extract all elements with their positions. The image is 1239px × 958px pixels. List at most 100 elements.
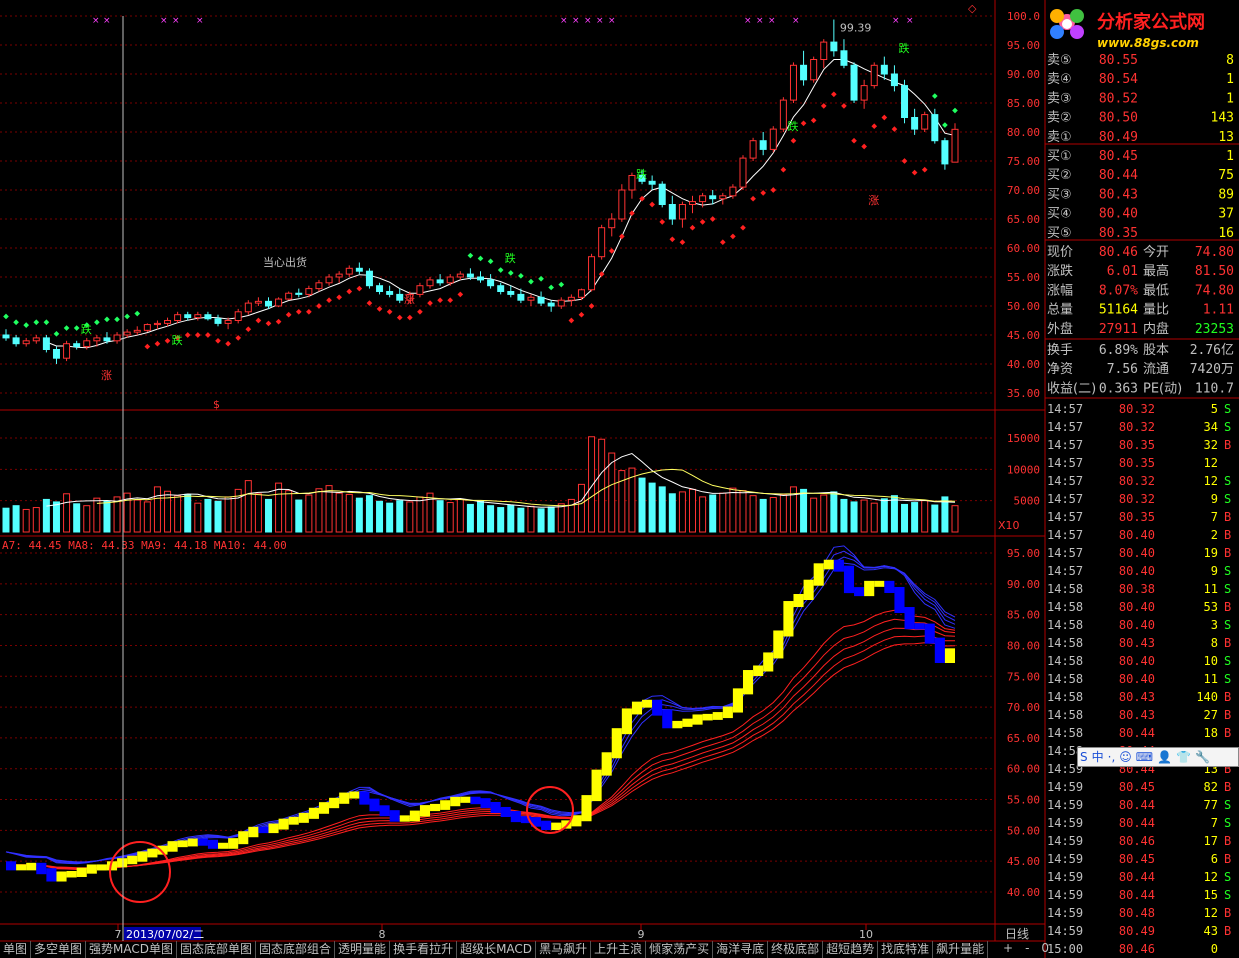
fast-step-blue — [207, 839, 219, 849]
ime-button[interactable]: 👤 — [1157, 748, 1172, 766]
volume-bar — [598, 438, 606, 533]
fast-step-yellow — [793, 594, 804, 608]
sar-dot-green — [558, 281, 565, 288]
ime-button[interactable]: 中 — [1092, 748, 1104, 766]
candle-down — [386, 291, 394, 295]
sar-dot-red — [255, 317, 262, 324]
buy-level-volume: 75 — [1218, 168, 1234, 183]
lower-axis-label: 50.00 — [1007, 824, 1040, 837]
fast-step-yellow — [803, 579, 814, 601]
indicator-tab[interactable]: 固态底部单图 — [177, 941, 257, 958]
sar-dot-red — [427, 300, 433, 306]
price-axis-label: 50.00 — [1007, 300, 1040, 313]
tick-price: 80.32 — [1119, 474, 1155, 488]
buy-level-price: 80.43 — [1099, 187, 1138, 202]
slow-ma-red-line — [5, 627, 956, 869]
indicator-tab[interactable]: 固态底部组合 — [256, 941, 336, 958]
tick-volume: 9 — [1211, 492, 1218, 506]
candle-up — [174, 314, 182, 322]
tick-direction: S — [1224, 870, 1231, 884]
volume-bar — [194, 502, 202, 533]
volume-bar — [497, 507, 505, 533]
fast-step-yellow — [742, 670, 754, 695]
sar-dot-green — [3, 313, 9, 320]
buy-level-volume: 16 — [1218, 226, 1234, 241]
volume-bar — [416, 496, 424, 533]
fast-step-yellow — [288, 816, 299, 825]
candle-down — [264, 300, 272, 307]
indicator-tab[interactable]: 上升主浪 — [591, 941, 647, 958]
candle-up — [749, 140, 757, 159]
tick-time: 14:59 — [1047, 798, 1083, 812]
fast-step-yellow — [702, 713, 713, 721]
indicator-tab[interactable]: 换手看拉升 — [390, 941, 458, 958]
indicator-tab[interactable]: 终极底部 — [768, 941, 824, 958]
ime-button[interactable]: ⌨ — [1136, 748, 1153, 766]
fast-step-yellow — [944, 648, 955, 663]
indicator-tab[interactable]: 超级长MACD — [457, 941, 537, 958]
sell-level-volume: 143 — [1211, 111, 1234, 126]
sell-level-price: 80.50 — [1099, 111, 1138, 126]
candle-up — [345, 267, 353, 275]
sar-dot-red — [184, 332, 191, 338]
stat2-label: 换手 — [1047, 343, 1073, 358]
indicator-tab[interactable]: 单图 — [0, 941, 32, 958]
buy-level-label: 买③ — [1047, 187, 1072, 202]
indicator-tab[interactable]: 飙升量能 — [933, 941, 989, 958]
ime-button[interactable]: 🔧 — [1195, 748, 1210, 766]
date-tick-label: 8 — [379, 928, 386, 941]
ime-button[interactable]: S — [1080, 748, 1088, 766]
zoom-button[interactable]: + — [1003, 941, 1013, 955]
sell-level-price: 80.49 — [1099, 130, 1138, 145]
tick-direction: S — [1224, 564, 1231, 578]
tick-time: 14:59 — [1047, 924, 1083, 938]
fast-step-blue — [470, 796, 481, 805]
date-tick-label: 10 — [859, 928, 873, 941]
sar-dot-green — [518, 273, 524, 279]
stat-value: 74.80 — [1195, 245, 1234, 260]
stat2-value: 7.56 — [1107, 362, 1138, 377]
zoom-button[interactable]: - — [1025, 941, 1029, 955]
signal-zhang: 涨 — [101, 369, 112, 382]
ime-button[interactable]: ☺ — [1119, 748, 1132, 766]
sar-dot-red — [911, 169, 918, 176]
ime-button[interactable]: 👕 — [1176, 748, 1191, 766]
indicator-tab[interactable]: 强势MACD单图 — [86, 941, 178, 958]
sar-dot-red — [437, 297, 443, 304]
zoom-controls[interactable]: + -0 — [997, 941, 1055, 955]
indicator-tab[interactable]: 黑马飙升 — [536, 941, 592, 958]
period-label[interactable]: 日线 — [1005, 925, 1029, 942]
fast-step-yellow — [601, 752, 612, 776]
fast-step-yellow — [218, 842, 229, 849]
ime-button[interactable]: ·, — [1108, 748, 1116, 766]
cursor-date: 2013/07/02/二 — [126, 928, 204, 941]
tick-direction: B — [1224, 834, 1231, 848]
sar-dot-red — [295, 308, 302, 315]
indicator-tab[interactable]: 透明量能 — [335, 941, 391, 958]
tick-direction: S — [1224, 402, 1231, 416]
candle-down — [901, 85, 909, 118]
stat-label: 涨幅 — [1047, 283, 1073, 298]
indicator-tab[interactable]: 倾家荡产买 — [646, 941, 714, 958]
indicator-tab[interactable]: 海洋寻底 — [713, 941, 769, 958]
stock-chart[interactable]: 100.0 95.00 90.00 85.00 80.00 75.00 70.00 65.00… — [0, 0, 1239, 958]
fast-step-yellow — [76, 867, 87, 877]
price-axis-label: 100.0 — [1007, 10, 1040, 23]
indicator-tab[interactable]: 超短趋势 — [823, 941, 879, 958]
tick-volume: 77 — [1204, 798, 1218, 812]
indicator-tab[interactable]: 找底特准 — [878, 941, 934, 958]
ime-toolbar[interactable]: S 中 ·, ☺ ⌨ 👤 👕 🔧 — [1077, 747, 1239, 767]
tick-time: 14:59 — [1047, 888, 1083, 902]
candle-down — [52, 349, 60, 359]
candle-up — [577, 289, 585, 298]
volume-bar — [52, 501, 60, 533]
indicator-tabs[interactable]: 单图 多空单图 强势MACD单图 固态底部单图 固态底部组合 透明量能 换手看拉升 超级长MA… — [0, 941, 1000, 958]
price-axis-label: 40.00 — [1007, 358, 1040, 371]
zoom-button[interactable]: 0 — [1041, 941, 1049, 955]
tick-volume: 7 — [1211, 510, 1218, 524]
sar-dot-red — [447, 297, 454, 304]
signal-zhang: 涨 — [404, 293, 415, 306]
fast-step-yellow — [117, 858, 128, 868]
indicator-tab[interactable]: 多空单图 — [31, 941, 87, 958]
fast-step-blue — [46, 868, 57, 882]
